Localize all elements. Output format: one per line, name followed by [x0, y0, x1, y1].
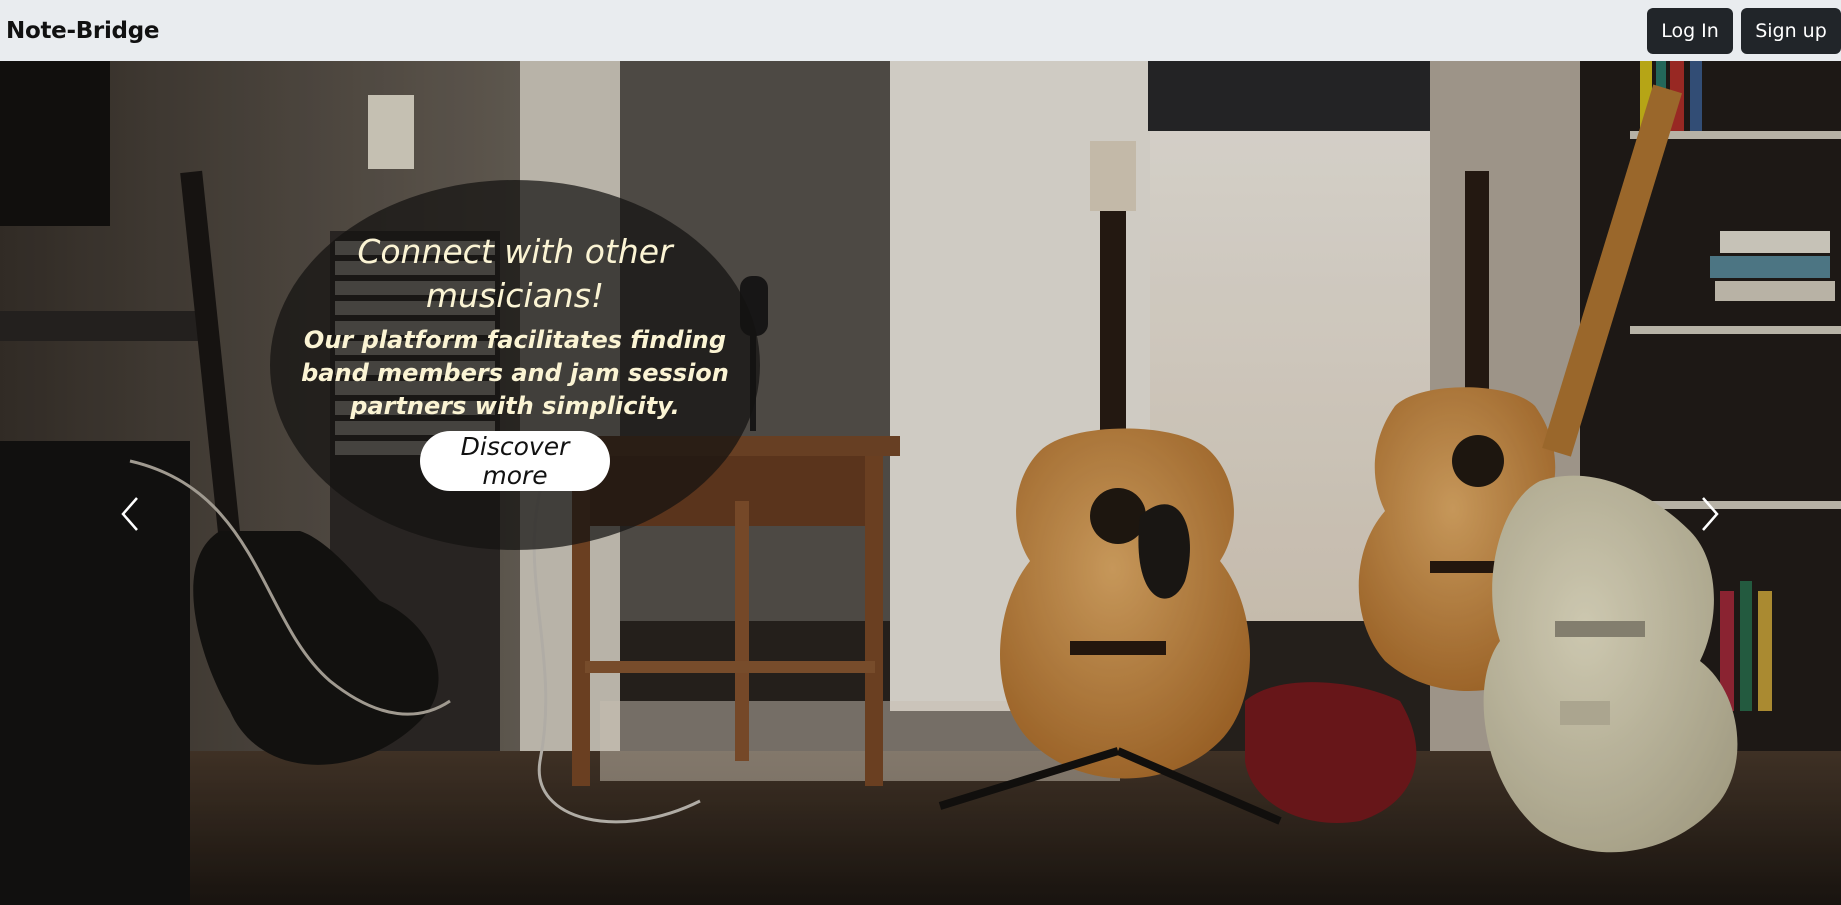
login-button[interactable]: Log In	[1647, 7, 1733, 54]
carousel-prev-button[interactable]	[100, 121, 160, 905]
carousel-next-button[interactable]	[1680, 121, 1740, 905]
hero-background-image	[0, 61, 1841, 905]
hero-title: Connect with other musicians!	[357, 232, 673, 315]
chevron-left-icon	[121, 496, 138, 531]
chevron-right-icon	[1702, 496, 1719, 531]
hero-carousel: Connect with other musicians! Our platfo…	[0, 61, 1841, 905]
hero-caption: Connect with other musicians! Our platfo…	[270, 180, 760, 550]
brand-logo[interactable]: Note-Bridge	[6, 18, 159, 44]
signup-button[interactable]: Sign up	[1741, 7, 1841, 54]
discover-more-button[interactable]: Discover more	[420, 431, 610, 491]
hero-description: Our platform facilitates finding band me…	[301, 326, 729, 420]
nav-actions: Log In Sign up	[1647, 7, 1841, 54]
navbar: Note-Bridge Log In Sign up	[0, 0, 1841, 61]
